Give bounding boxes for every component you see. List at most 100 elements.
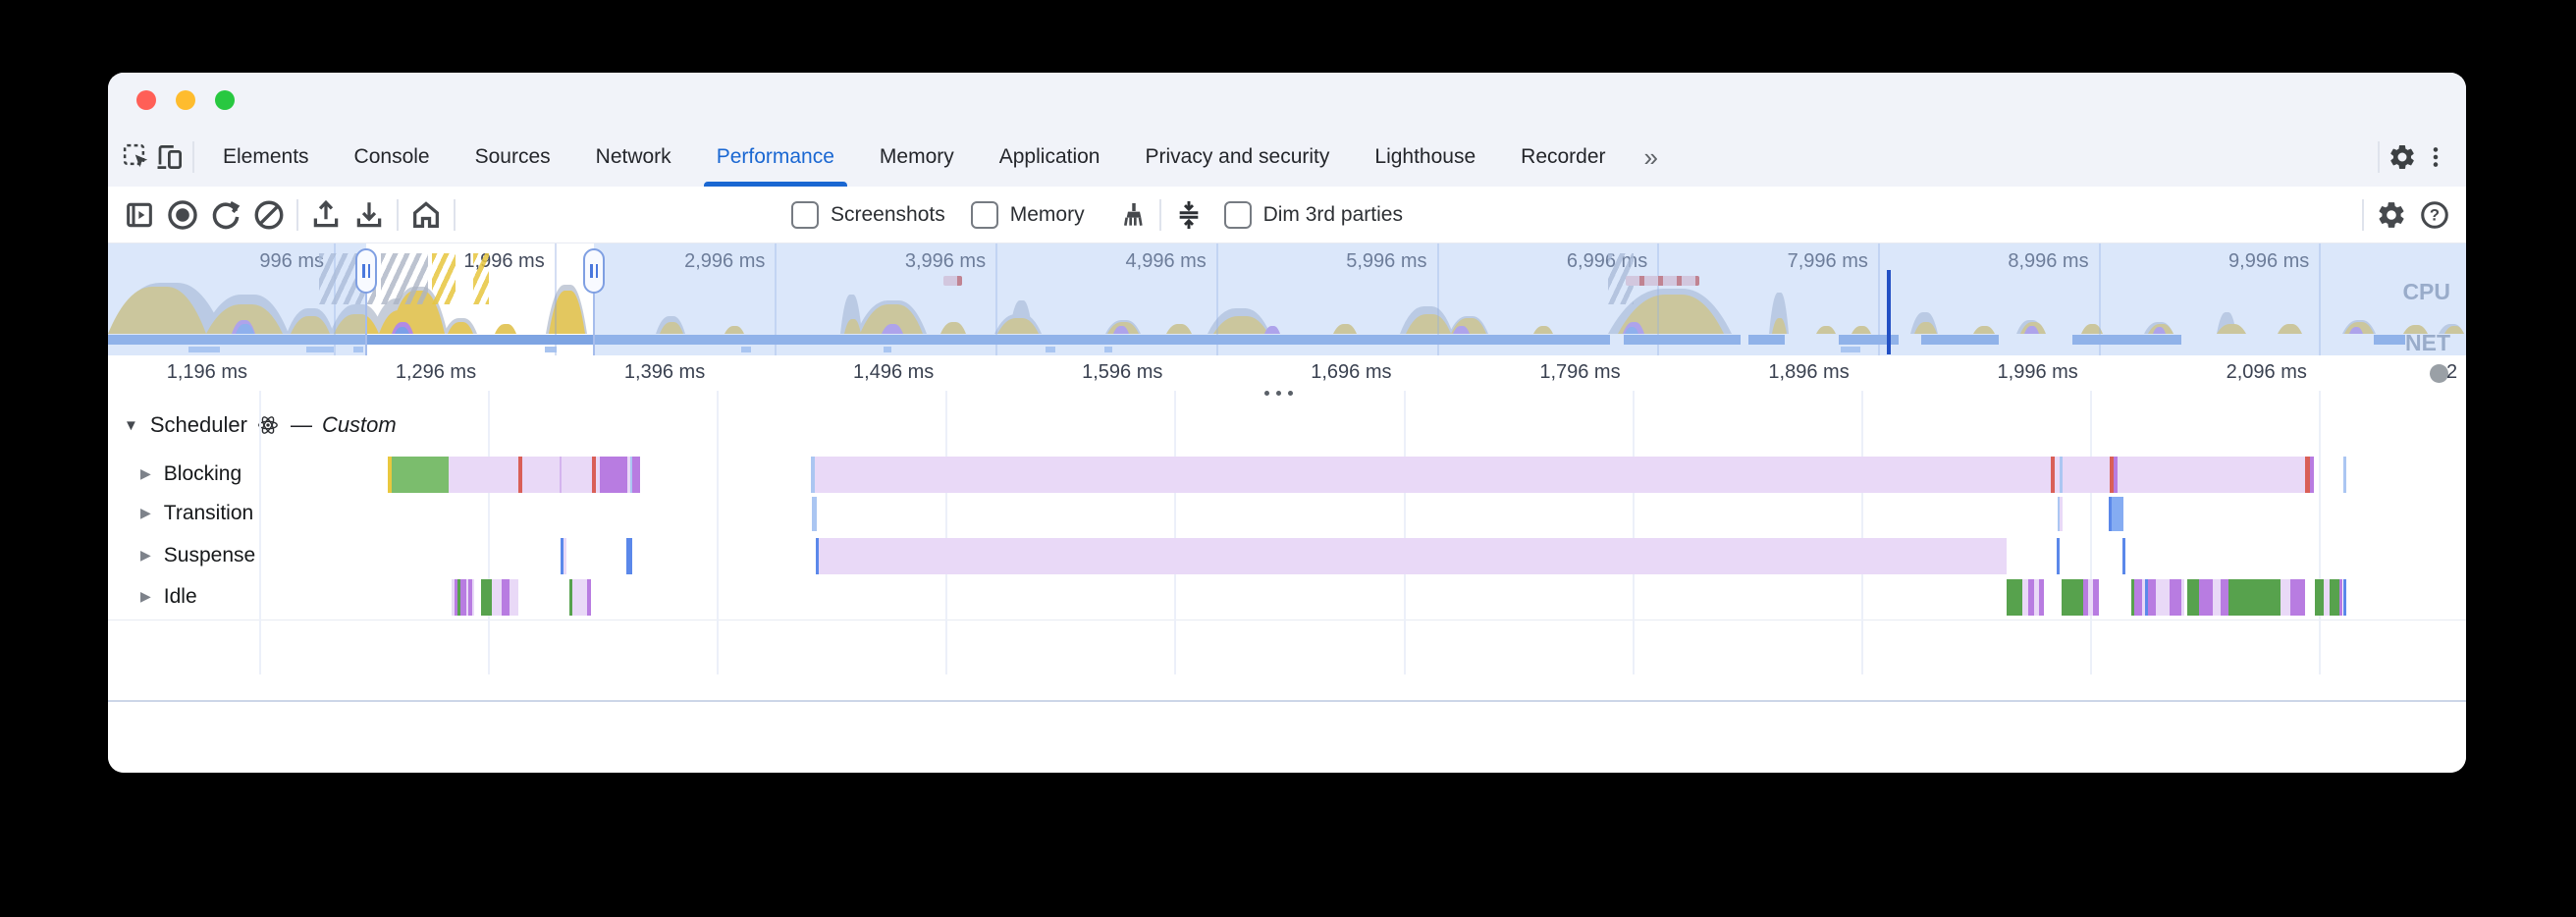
flame-bar[interactable] [564,538,566,574]
track-row-idle[interactable]: ▶Idle [140,585,197,609]
flame-bar[interactable] [492,579,502,616]
traffic-light-minimize[interactable] [176,90,195,110]
flame-bar[interactable] [2148,579,2156,616]
traffic-light-close[interactable] [136,90,156,110]
flame-bar[interactable] [472,579,474,616]
flame-bar[interactable] [2063,457,2110,493]
flame-bar[interactable] [2339,579,2342,616]
flame-bar[interactable] [522,457,560,493]
tab-performance[interactable]: Performance [694,128,857,187]
flame-bar[interactable] [2039,579,2044,616]
track-row-blocking[interactable]: ▶Blocking [140,462,242,486]
flame-bar[interactable] [2062,579,2083,616]
screenshots-checkbox[interactable] [791,201,819,229]
flame-bar[interactable] [510,579,518,616]
flame-bar[interactable] [815,457,2051,493]
flame-bar[interactable] [2156,579,2170,616]
flame-bar[interactable] [2134,579,2142,616]
flame-bar[interactable] [2060,497,2063,531]
ruler-time-label-partial: 2 [2446,361,2457,384]
tab-console[interactable]: Console [332,128,453,187]
flame-bar[interactable] [2181,579,2184,616]
flame-bar[interactable] [626,538,632,574]
flame-bar[interactable] [2228,579,2281,616]
flame-bar[interactable] [392,457,449,493]
flame-bar[interactable] [572,579,587,616]
flame-bar[interactable] [449,457,518,493]
home-icon[interactable] [404,193,448,237]
timeline-ruler[interactable]: 1,196 ms1,296 ms1,396 ms1,496 ms1,596 ms… [108,355,2466,392]
shrink-timeline-icon[interactable] [1167,193,1210,237]
flame-bar[interactable] [600,457,627,493]
track-row-transition[interactable]: ▶ Transition [140,502,253,525]
flame-bar[interactable] [632,457,640,493]
track-row-label: Transition [164,502,253,525]
flame-chart-area[interactable]: ▼ Scheduler — Custom ▶Blocking▶Transitio… [108,391,2466,700]
flame-bar[interactable] [2007,579,2022,616]
memory-checkbox[interactable] [971,201,998,229]
selection-handle-right[interactable] [583,248,605,294]
flame-bar[interactable] [2093,579,2099,616]
selection-handle-left[interactable] [355,248,377,294]
collapse-triangle-icon[interactable]: ▼ [124,417,138,434]
expand-triangle-icon[interactable]: ▶ [140,465,151,482]
flame-bar[interactable] [2310,457,2314,493]
flame-bar[interactable] [2330,579,2339,616]
clear-icon[interactable] [247,193,291,237]
tab-sources[interactable]: Sources [453,128,573,187]
inspect-element-icon[interactable] [120,128,153,187]
playhead-marker[interactable] [1887,270,1891,354]
flame-bar[interactable] [2112,497,2123,531]
track-row-label: Suspense [164,544,255,567]
more-tabs-button[interactable]: » [1629,128,1674,187]
flame-bar[interactable] [2315,579,2324,616]
flame-bar[interactable] [2122,538,2125,574]
expand-triangle-icon[interactable]: ▶ [140,588,151,605]
toggle-sidebar-icon[interactable] [118,193,161,237]
timeline-overview[interactable]: CPU NET 996 ms1,996 ms2,996 ms3,996 ms4,… [108,243,2466,355]
help-icon[interactable]: ? [2413,193,2456,237]
flame-bar[interactable] [2343,457,2346,493]
flame-bar[interactable] [481,579,492,616]
capture-settings-gear-icon[interactable] [2370,193,2413,237]
expand-triangle-icon[interactable]: ▶ [140,547,151,564]
flame-bar[interactable] [502,579,510,616]
flame-bar[interactable] [2057,538,2060,574]
tab-application[interactable]: Application [977,128,1123,187]
flame-bar[interactable] [2199,579,2213,616]
track-row-suspense[interactable]: ▶ Suspense [140,544,255,567]
expand-triangle-icon[interactable]: ▶ [140,505,151,521]
flame-bar[interactable] [2118,457,2305,493]
flame-bar[interactable] [562,457,592,493]
record-and-reload-icon[interactable] [204,193,247,237]
flame-bar[interactable] [2281,579,2290,616]
flame-gridline [1174,391,1176,674]
flame-bar[interactable] [2343,579,2346,616]
main-menu-kebab-icon[interactable] [2419,144,2452,170]
ruler-time-label: 1,996 ms [1998,361,2078,384]
tab-network[interactable]: Network [573,128,694,187]
download-profile-icon[interactable] [348,193,391,237]
tab-elements[interactable]: Elements [200,128,332,187]
flame-bar[interactable] [2290,579,2305,616]
flame-bar[interactable] [812,497,817,531]
tab-recorder[interactable]: Recorder [1498,128,1628,187]
flame-bar[interactable] [587,579,591,616]
flame-bar[interactable] [2213,579,2221,616]
dim-3rd-parties-checkbox[interactable] [1224,201,1252,229]
flame-bar[interactable] [2221,579,2228,616]
settings-gear-icon[interactable] [2386,142,2419,172]
panel-resize-handle[interactable] [1264,391,1293,396]
flame-bar[interactable] [2170,579,2181,616]
collect-garbage-icon[interactable] [1110,193,1154,237]
tab-lighthouse[interactable]: Lighthouse [1352,128,1498,187]
flame-bar[interactable] [819,538,2007,574]
tab-privacy-and-security[interactable]: Privacy and security [1122,128,1352,187]
tab-memory[interactable]: Memory [857,128,977,187]
record-icon[interactable] [161,193,204,237]
flame-bar[interactable] [2187,579,2199,616]
device-toolbar-icon[interactable] [153,128,187,187]
network-activity-tick [545,347,557,352]
traffic-light-zoom[interactable] [215,90,235,110]
upload-profile-icon[interactable] [304,193,348,237]
